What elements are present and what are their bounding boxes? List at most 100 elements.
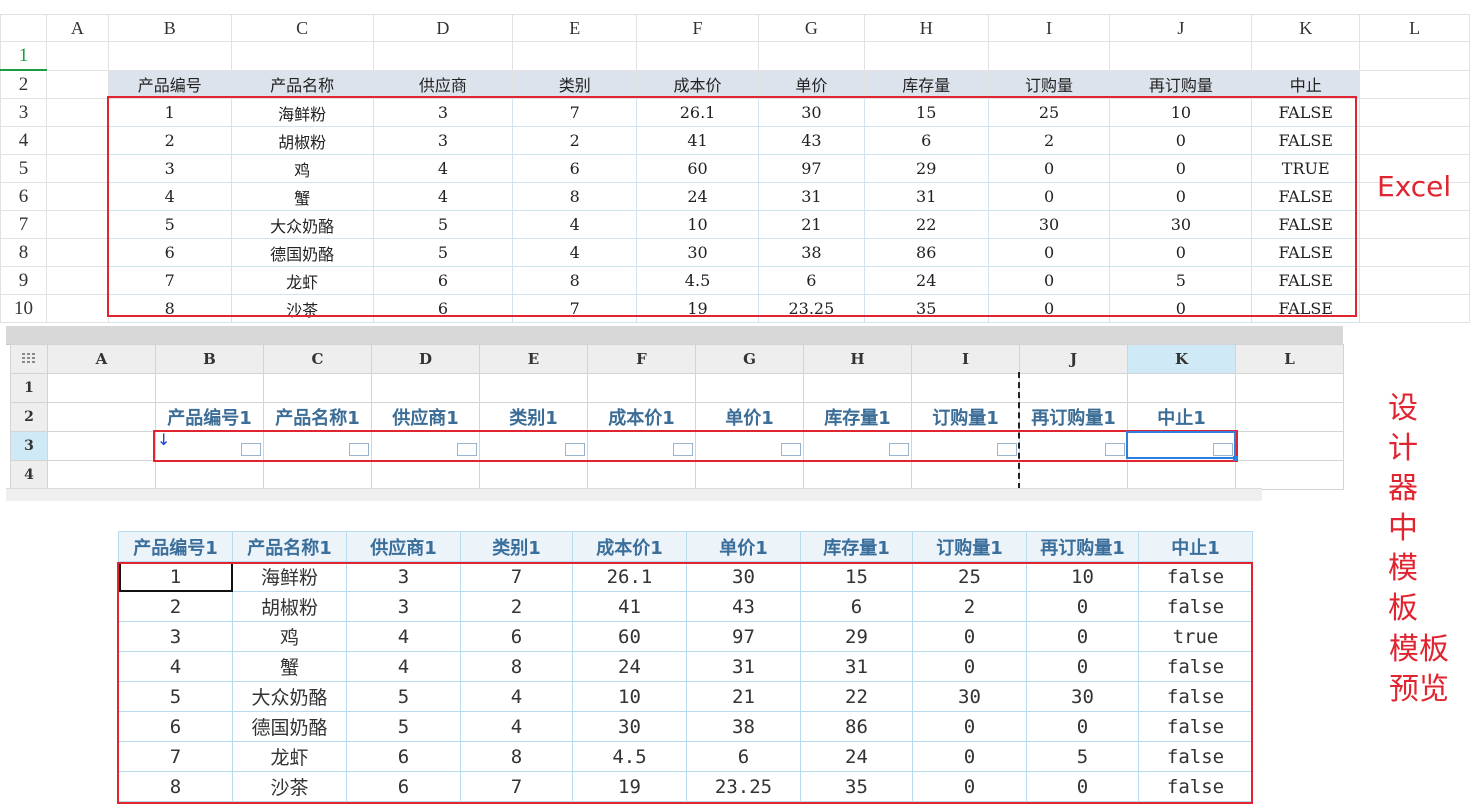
preview-data-cell[interactable]: 8 [460, 741, 573, 772]
designer-cell[interactable] [587, 373, 696, 403]
excel-header-cell[interactable]: 库存量 [863, 69, 989, 99]
preview-data-cell[interactable]: false [1138, 561, 1253, 592]
preview-data-cell[interactable]: 5 [346, 711, 461, 742]
excel-data-cell[interactable]: 10 [636, 210, 759, 239]
preview-data-cell[interactable]: 26.1 [572, 561, 687, 592]
designer-cell[interactable] [1235, 460, 1344, 490]
preview-data-cell[interactable]: 德国奶酪 [232, 711, 347, 742]
excel-cell[interactable] [45, 182, 109, 211]
excel-data-cell[interactable]: 31 [757, 182, 865, 211]
excel-data-cell[interactable]: 6 [107, 238, 232, 267]
excel-data-cell[interactable]: 6 [863, 126, 989, 155]
excel-data-cell[interactable]: 沙茶 [230, 294, 374, 323]
excel-data-cell[interactable]: 4.5 [636, 266, 759, 295]
preview-data-cell[interactable]: 0 [912, 741, 1027, 772]
excel-row-number[interactable]: 1 [0, 41, 47, 71]
excel-header-cell[interactable]: 单价 [757, 69, 865, 99]
excel-cell[interactable] [45, 126, 109, 155]
designer-cell[interactable] [479, 373, 588, 403]
preview-data-cell[interactable]: false [1138, 771, 1253, 802]
excel-data-cell[interactable]: 蟹 [230, 182, 374, 211]
excel-header-cell[interactable]: 产品名称 [230, 69, 374, 99]
designer-template-cell[interactable] [803, 431, 912, 461]
preview-data-cell[interactable]: 8 [460, 651, 573, 682]
excel-cell[interactable] [107, 41, 232, 71]
excel-cell[interactable] [1359, 98, 1470, 127]
designer-cell[interactable] [371, 373, 480, 403]
preview-data-cell[interactable]: 龙虾 [232, 741, 347, 772]
designer-cell[interactable] [47, 460, 156, 490]
preview-data-cell[interactable]: 0 [912, 651, 1027, 682]
excel-data-cell[interactable]: 8 [512, 182, 638, 211]
excel-cell[interactable] [636, 41, 759, 71]
excel-data-cell[interactable]: 6 [512, 154, 638, 183]
excel-data-cell[interactable]: 3 [372, 126, 514, 155]
excel-data-cell[interactable]: 胡椒粉 [230, 126, 374, 155]
excel-data-cell[interactable]: 龙虾 [230, 266, 374, 295]
excel-data-cell[interactable]: FALSE [1251, 238, 1361, 267]
preview-data-cell[interactable]: 6 [118, 711, 233, 742]
designer-row-number[interactable]: 4 [10, 460, 48, 490]
excel-data-cell[interactable]: TRUE [1251, 154, 1361, 183]
excel-corner[interactable] [0, 14, 47, 42]
excel-data-cell[interactable]: 41 [636, 126, 759, 155]
preview-data-cell[interactable]: 0 [1026, 651, 1139, 682]
preview-data-cell[interactable]: 蟹 [232, 651, 347, 682]
excel-data-cell[interactable]: 德国奶酪 [230, 238, 374, 267]
excel-row-number[interactable]: 3 [0, 98, 47, 127]
preview-data-cell[interactable]: 5 [118, 681, 233, 712]
excel-data-cell[interactable]: 19 [636, 294, 759, 323]
designer-col-A[interactable]: A [47, 344, 156, 374]
excel-data-cell[interactable]: 0 [987, 154, 1111, 183]
excel-cell[interactable] [45, 210, 109, 239]
excel-cell[interactable] [45, 154, 109, 183]
excel-col-A[interactable]: A [45, 14, 109, 42]
excel-row-number[interactable]: 7 [0, 210, 47, 239]
preview-data-cell[interactable]: 30 [1026, 681, 1139, 712]
excel-data-cell[interactable]: 24 [863, 266, 989, 295]
preview-data-cell[interactable]: false [1138, 711, 1253, 742]
excel-data-cell[interactable]: 0 [1109, 154, 1253, 183]
excel-data-cell[interactable]: 97 [757, 154, 865, 183]
excel-data-cell[interactable]: 35 [863, 294, 989, 323]
excel-data-cell[interactable]: 0 [987, 182, 1111, 211]
excel-data-cell[interactable]: 24 [636, 182, 759, 211]
excel-data-cell[interactable]: FALSE [1251, 266, 1361, 295]
designer-cell[interactable] [263, 373, 372, 403]
designer-cell[interactable] [371, 460, 480, 490]
designer-row-number[interactable]: 2 [10, 402, 48, 432]
preview-data-cell[interactable]: 7 [460, 561, 573, 592]
designer-cell[interactable] [47, 402, 156, 432]
preview-data-cell[interactable]: 3 [118, 621, 233, 652]
excel-data-cell[interactable]: 6 [372, 266, 514, 295]
excel-data-cell[interactable]: 0 [1109, 126, 1253, 155]
excel-data-cell[interactable]: 60 [636, 154, 759, 183]
preview-data-cell[interactable]: true [1138, 621, 1253, 652]
preview-data-cell[interactable]: 30 [912, 681, 1027, 712]
designer-header-cell[interactable]: 成本价1 [587, 402, 696, 432]
excel-row-number[interactable]: 10 [0, 294, 47, 323]
preview-data-cell[interactable]: 24 [800, 741, 913, 772]
designer-header-cell[interactable]: 供应商1 [371, 402, 480, 432]
excel-cell[interactable] [1359, 266, 1470, 295]
preview-data-cell[interactable]: 8 [118, 771, 233, 802]
excel-data-cell[interactable]: 38 [757, 238, 865, 267]
designer-header-cell[interactable]: 订购量1 [911, 402, 1020, 432]
designer-col-G[interactable]: G [695, 344, 804, 374]
preview-data-cell[interactable]: 6 [346, 771, 461, 802]
preview-data-cell[interactable]: 4.5 [572, 741, 687, 772]
excel-data-cell[interactable]: 8 [512, 266, 638, 295]
designer-template-cell[interactable] [371, 431, 480, 461]
preview-data-cell[interactable]: false [1138, 681, 1253, 712]
designer-col-C[interactable]: C [263, 344, 372, 374]
excel-col-C[interactable]: C [230, 14, 374, 42]
preview-data-cell[interactable]: 4 [460, 711, 573, 742]
excel-data-cell[interactable]: 4 [372, 154, 514, 183]
excel-cell[interactable] [45, 294, 109, 323]
excel-cell[interactable] [1359, 238, 1470, 267]
excel-data-cell[interactable]: FALSE [1251, 294, 1361, 323]
preview-data-cell[interactable]: 31 [800, 651, 913, 682]
excel-data-cell[interactable]: 3 [372, 98, 514, 127]
excel-header-cell[interactable]: 供应商 [372, 69, 514, 99]
preview-data-cell[interactable]: 19 [572, 771, 687, 802]
